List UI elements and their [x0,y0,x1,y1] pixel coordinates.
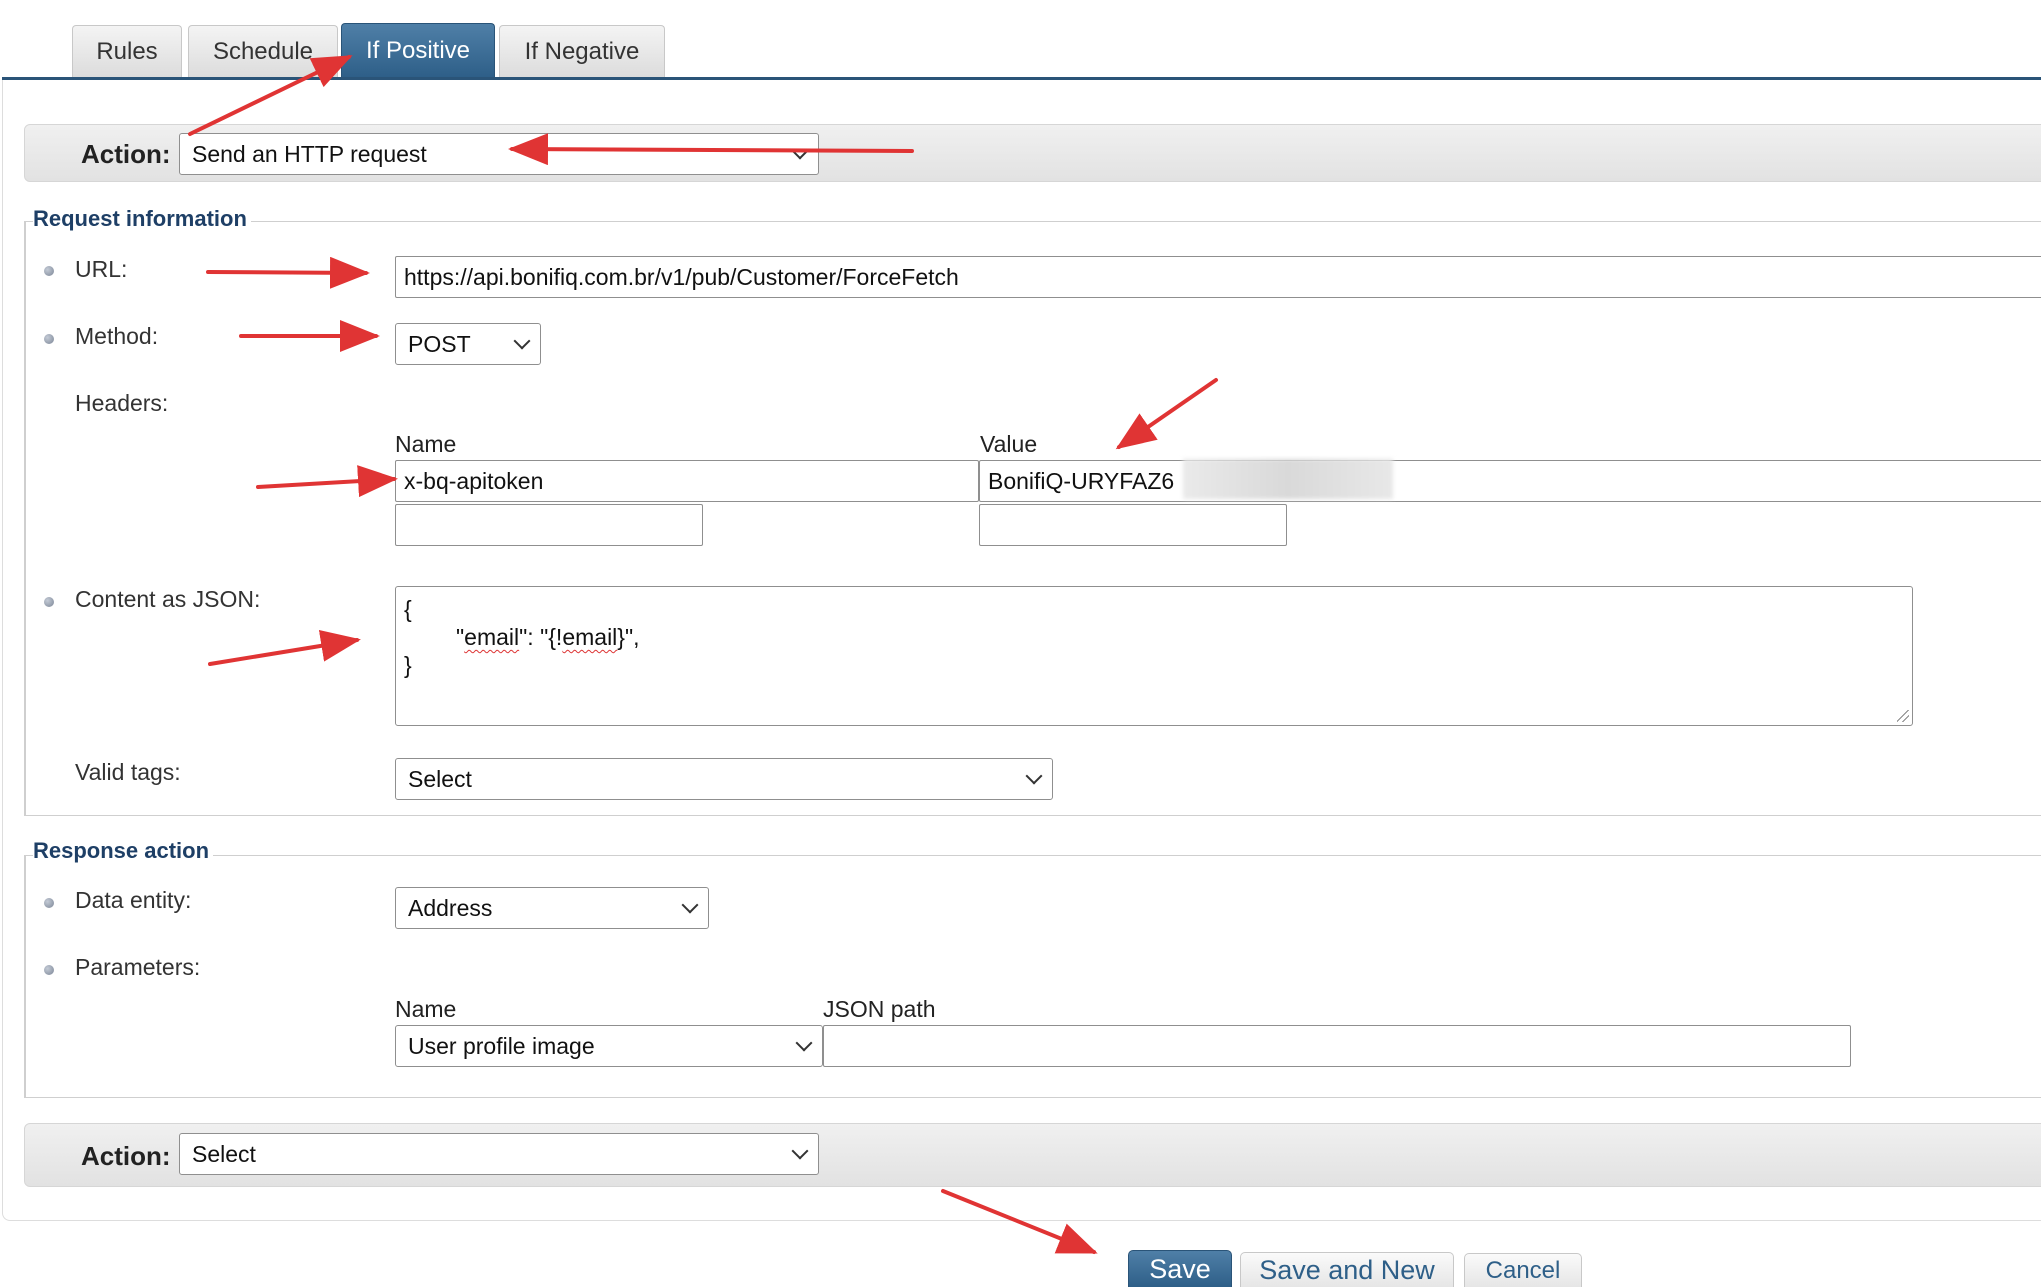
arrow-to-action [508,133,914,166]
annotation-arrows [188,55,1218,1254]
arrow-to-save [941,1189,1098,1254]
arrow-to-header-name [256,465,398,498]
arrow-to-tab [188,55,353,136]
arrow-to-value [1115,378,1218,450]
arrow-to-url [206,256,370,289]
arrow-to-content [208,630,361,666]
